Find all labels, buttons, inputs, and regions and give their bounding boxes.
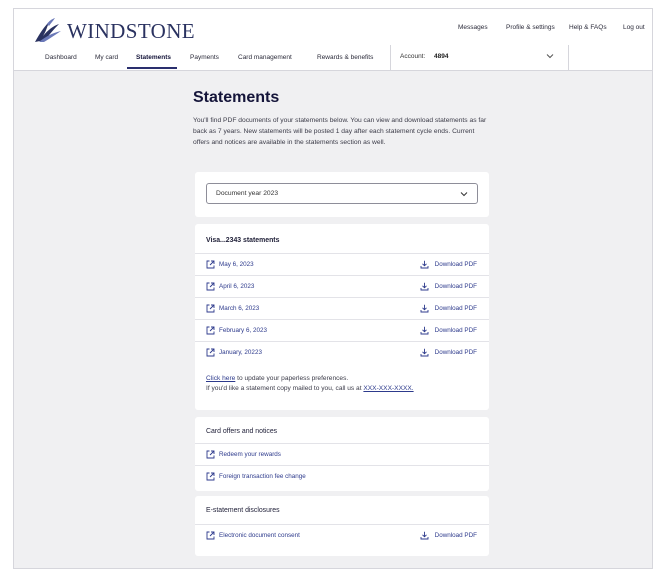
- download-icon: [420, 304, 429, 313]
- nav-statements[interactable]: Statements: [136, 54, 171, 61]
- chevron-down-icon: [460, 192, 468, 197]
- app-frame: WINDSTONE Messages Profile & settings He…: [13, 8, 653, 569]
- active-tab-indicator: [127, 67, 177, 69]
- statement-link[interactable]: April 6, 2023: [206, 282, 254, 291]
- external-link-icon: [206, 282, 215, 291]
- external-link-icon: [206, 326, 215, 335]
- offer-label: Redeem your rewards: [219, 451, 281, 458]
- mail-text: If you'd like a statement copy mailed to…: [206, 385, 364, 392]
- statement-row: March 6, 2023 Download PDF: [195, 297, 489, 318]
- redeem-rewards-link[interactable]: Redeem your rewards: [206, 450, 281, 459]
- download-pdf-button[interactable]: Download PDF: [420, 348, 477, 357]
- help-faqs-link[interactable]: Help & FAQs: [569, 24, 607, 31]
- statement-date: February 6, 2023: [219, 327, 267, 334]
- download-label: Download PDF: [434, 305, 477, 312]
- nav-my-card[interactable]: My card: [95, 54, 118, 61]
- external-link-icon: [206, 450, 215, 459]
- nav-card-management[interactable]: Card management: [238, 54, 292, 61]
- disclosures-card: E-statement disclosures Electronic docum…: [195, 496, 489, 556]
- download-label: Download PDF: [434, 261, 477, 268]
- offers-card: Card offers and notices Redeem your rewa…: [195, 417, 489, 491]
- messages-link[interactable]: Messages: [458, 24, 488, 31]
- statement-link[interactable]: May 6, 2023: [206, 260, 254, 269]
- download-pdf-button[interactable]: Download PDF: [420, 531, 477, 540]
- download-icon: [420, 282, 429, 291]
- paperless-note: Click here to update your paperless pref…: [206, 374, 414, 394]
- external-link-icon: [206, 472, 215, 481]
- statements-card: Visa...2343 statements May 6, 2023 Downlo…: [195, 224, 489, 410]
- download-label: Download PDF: [434, 283, 477, 290]
- paperless-link[interactable]: Click here: [206, 375, 235, 382]
- document-year-value: Document year 2023: [216, 190, 279, 197]
- statement-link[interactable]: February 6, 2023: [206, 326, 267, 335]
- brand-logo[interactable]: WINDSTONE: [33, 18, 195, 44]
- download-pdf-button[interactable]: Download PDF: [420, 304, 477, 313]
- external-link-icon: [206, 304, 215, 313]
- statement-link[interactable]: March 6, 2023: [206, 304, 259, 313]
- statement-date: January, 20223: [219, 349, 262, 356]
- statement-row: April 6, 2023 Download PDF: [195, 275, 489, 296]
- nav-payments[interactable]: Payments: [190, 54, 219, 61]
- document-consent-link[interactable]: Electronic document consent: [206, 531, 300, 540]
- disclosure-label: Electronic document consent: [219, 532, 300, 539]
- download-pdf-button[interactable]: Download PDF: [420, 326, 477, 335]
- site-header: WINDSTONE Messages Profile & settings He…: [14, 9, 652, 71]
- year-select-card: Document year 2023: [195, 172, 489, 217]
- page-title: Statements: [193, 89, 280, 106]
- statement-date: March 6, 2023: [219, 305, 260, 312]
- list-item: Foreign transaction fee change: [195, 465, 489, 486]
- bird-logo-icon: [35, 18, 61, 42]
- phone-link[interactable]: XXX-XXX-XXXX.: [363, 385, 413, 392]
- download-icon: [420, 348, 429, 357]
- logout-link[interactable]: Log out: [623, 24, 645, 31]
- paperless-text: to update your paperless preferences.: [235, 375, 349, 382]
- external-link-icon: [206, 260, 215, 269]
- brand-name: WINDSTONE: [67, 18, 196, 43]
- account-selector[interactable]: Account: 4894: [390, 45, 569, 71]
- chevron-down-icon: [546, 54, 554, 59]
- external-link-icon: [206, 531, 215, 540]
- download-pdf-button[interactable]: Download PDF: [420, 282, 477, 291]
- download-label: Download PDF: [434, 532, 477, 539]
- download-pdf-button[interactable]: Download PDF: [420, 260, 477, 269]
- statement-date: April 6, 2023: [219, 283, 255, 290]
- list-item: Redeem your rewards: [195, 443, 489, 464]
- download-icon: [420, 260, 429, 269]
- download-icon: [420, 531, 429, 540]
- nav-dashboard[interactable]: Dashboard: [45, 54, 77, 61]
- intro-text: You'll find PDF documents of your statem…: [193, 117, 487, 147]
- document-year-select[interactable]: Document year 2023: [206, 183, 478, 204]
- account-label: Account:: [400, 53, 426, 60]
- offers-title: Card offers and notices: [206, 428, 278, 435]
- profile-settings-link[interactable]: Profile & settings: [506, 24, 555, 31]
- statement-row: January, 20223 Download PDF: [195, 341, 489, 362]
- statement-row: May 6, 2023 Download PDF: [195, 253, 489, 274]
- download-icon: [420, 326, 429, 335]
- disclosures-title: E-statement disclosures: [206, 507, 280, 514]
- statements-title: Visa...2343 statements: [206, 237, 280, 244]
- account-number: 4894: [434, 53, 449, 60]
- foreign-fee-link[interactable]: Foreign transaction fee change: [206, 472, 306, 481]
- download-label: Download PDF: [434, 349, 477, 356]
- list-item: Electronic document consent Download PDF: [195, 524, 489, 545]
- statement-date: May 6, 2023: [219, 261, 254, 268]
- external-link-icon: [206, 348, 215, 357]
- nav-rewards-benefits[interactable]: Rewards & benefits: [317, 54, 373, 61]
- statement-link[interactable]: January, 20223: [206, 348, 262, 357]
- statement-row: February 6, 2023 Download PDF: [195, 319, 489, 340]
- download-label: Download PDF: [434, 327, 477, 334]
- offer-label: Foreign transaction fee change: [219, 473, 306, 480]
